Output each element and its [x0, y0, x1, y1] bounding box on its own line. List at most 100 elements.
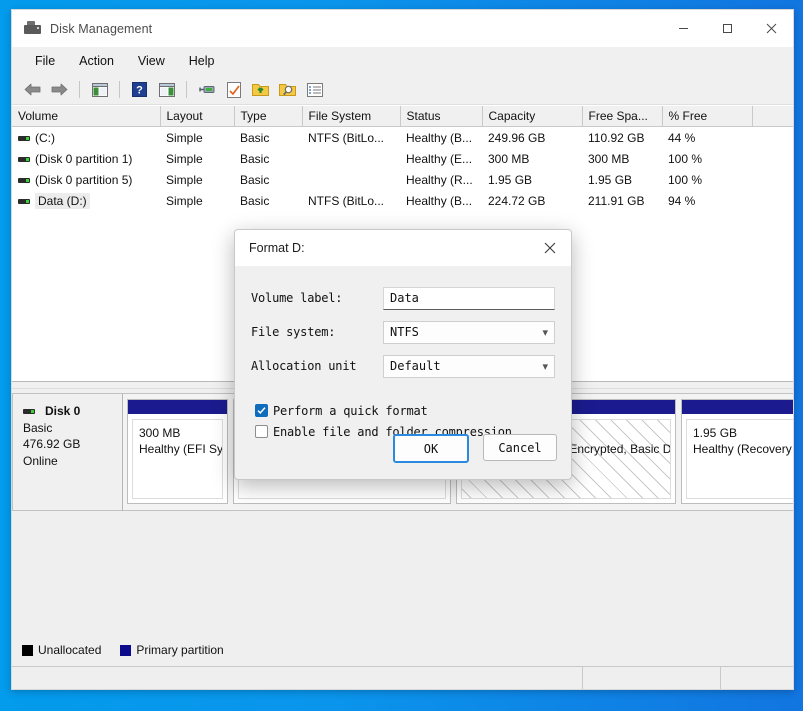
menu-item-help[interactable]: Help [178, 51, 226, 71]
dialog-buttons: OK Cancel [393, 434, 557, 463]
cell-percent-free: 94 % [668, 193, 696, 208]
title-bar: Disk Management [12, 10, 793, 47]
back-arrow-icon[interactable] [20, 78, 45, 101]
disk-info-panel[interactable]: Disk 0 Basic 476.92 GB Online [12, 393, 123, 511]
column-header-file-system[interactable]: File System [302, 106, 401, 127]
legend-label-primary-partition: Primary partition [136, 643, 224, 657]
partition-details: 1.95 GB Healthy (Recovery Par [686, 419, 793, 499]
dialog-body: Volume label: Data File system: NTFS ▾ A… [235, 266, 571, 442]
rescan-disks-icon[interactable] [221, 78, 246, 101]
file-system-row: File system: NTFS ▾ [251, 318, 555, 346]
allocation-unit-value: Default [390, 359, 441, 373]
table-row[interactable]: (Disk 0 partition 1) Simple Basic Health… [12, 148, 793, 169]
partition-block[interactable]: 1.95 GB Healthy (Recovery Par [681, 399, 793, 504]
dialog-title: Format D: [249, 241, 305, 255]
cell-spacer [752, 127, 793, 149]
quick-format-checkbox[interactable] [255, 404, 268, 417]
column-header-volume[interactable]: Volume [12, 106, 161, 127]
volume-icon [18, 135, 30, 141]
toolbar-separator [186, 81, 187, 98]
menu-item-view[interactable]: View [127, 51, 176, 71]
disk-capacity: 476.92 GB [23, 437, 81, 451]
table-row[interactable]: (Disk 0 partition 5) Simple Basic Health… [12, 169, 793, 190]
disk-type: Basic [23, 420, 53, 435]
cell-volume: (C:) [12, 127, 160, 149]
column-header-layout[interactable]: Layout [160, 106, 235, 127]
partition-block[interactable]: 300 MB Healthy (EFI Sy: [127, 399, 228, 504]
close-button[interactable] [749, 10, 793, 47]
cell-free-space: 300 MB [588, 151, 630, 166]
cell-percent-free: 100 % [668, 151, 703, 166]
cell-free-space: 1.95 GB [588, 172, 633, 187]
volume-icon [18, 198, 30, 204]
cell-percent-free: 100 % [668, 172, 703, 187]
volume-label-input[interactable]: Data [383, 286, 555, 310]
cell-layout: Simple [166, 151, 203, 166]
show-hide-action-pane-icon[interactable] [154, 78, 179, 101]
file-system-label: File system: [251, 325, 336, 339]
cell-spacer [752, 169, 793, 190]
compression-checkbox[interactable] [255, 425, 268, 438]
cell-status: Healthy (R... [406, 172, 473, 187]
ok-button[interactable]: OK [393, 434, 469, 463]
help-icon[interactable]: ? [127, 78, 152, 101]
cell-layout: Simple [166, 193, 203, 208]
export-list-icon[interactable] [248, 78, 273, 101]
cell-capacity: 300 MB [488, 151, 530, 166]
cell-spacer [752, 148, 793, 169]
legend-swatch-unallocated [22, 644, 33, 656]
file-system-select[interactable]: NTFS ▾ [383, 320, 555, 344]
cell-status: Healthy (B... [406, 193, 473, 208]
volume-list-header: Volume Layout Type File System Status Ca… [12, 106, 793, 127]
status-cell [721, 667, 793, 689]
partition-color-bar [128, 400, 227, 415]
cancel-button[interactable]: Cancel [483, 434, 557, 461]
dialog-close-button[interactable] [529, 230, 571, 266]
format-dialog: Format D: Volume label: Data File system… [234, 229, 572, 480]
quick-format-row[interactable]: Perform a quick format [255, 400, 555, 421]
forward-arrow-icon[interactable] [47, 78, 72, 101]
status-cell [12, 667, 583, 689]
minimize-button[interactable] [661, 10, 705, 47]
cell-spacer [752, 190, 793, 211]
cell-type: Basic [240, 130, 270, 145]
properties-icon[interactable] [194, 78, 219, 101]
legend: Unallocated Primary partition [12, 637, 793, 663]
quick-format-label: Perform a quick format [273, 403, 428, 418]
svg-text:?: ? [136, 85, 143, 97]
menu-bar: File Action View Help [12, 47, 793, 75]
allocation-unit-select[interactable]: Default ▾ [383, 354, 555, 378]
volume-label-row: Volume label: Data [251, 284, 555, 312]
column-header-percent-free[interactable]: % Free [662, 106, 753, 127]
cell-capacity: 224.72 GB [488, 193, 546, 208]
cell-layout: Simple [166, 172, 203, 187]
column-header-type[interactable]: Type [234, 106, 303, 127]
disk-name: Disk 0 [45, 404, 81, 418]
menu-item-action[interactable]: Action [68, 51, 125, 71]
column-header-spacer [752, 106, 793, 127]
table-row[interactable]: Data (D:) Simple Basic NTFS (BitLo... He… [12, 190, 793, 211]
window-controls [661, 10, 793, 47]
table-row[interactable]: (C:) Simple Basic NTFS (BitLo... Healthy… [12, 127, 793, 149]
toolbar-separator [79, 81, 80, 98]
chevron-down-icon: ▾ [542, 326, 548, 339]
column-header-free-space[interactable]: Free Spa... [582, 106, 663, 127]
volume-label-label: Volume label: [251, 291, 343, 305]
cell-volume: (Disk 0 partition 1) [12, 148, 160, 169]
legend-label-unallocated: Unallocated [38, 643, 102, 657]
disk-icon [23, 408, 35, 414]
column-header-capacity[interactable]: Capacity [482, 106, 583, 127]
cell-layout: Simple [166, 130, 203, 145]
magnifier-icon[interactable] [275, 78, 300, 101]
show-hide-console-tree-icon[interactable] [87, 78, 112, 101]
cell-percent-free: 44 % [668, 130, 696, 145]
partition-color-bar [682, 400, 793, 415]
column-header-status[interactable]: Status [400, 106, 483, 127]
detail-list-icon[interactable] [302, 78, 327, 101]
maximize-button[interactable] [705, 10, 749, 47]
allocation-unit-row: Allocation unit Default ▾ [251, 352, 555, 380]
legend-swatch-primary-partition [120, 644, 132, 656]
dialog-title-bar: Format D: [235, 230, 571, 266]
cell-volume: Data (D:) [12, 190, 160, 211]
menu-item-file[interactable]: File [24, 51, 66, 71]
